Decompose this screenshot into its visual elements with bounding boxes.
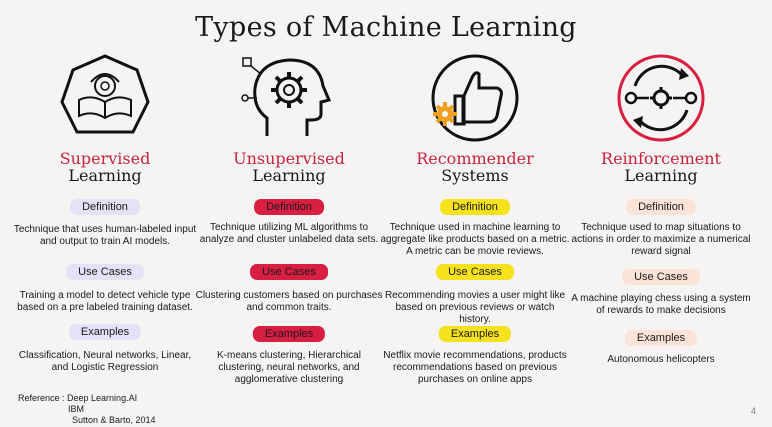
reference-line: IBM — [68, 404, 85, 414]
use-cases-text: A machine playing chess using a system o… — [571, 293, 751, 316]
book-brain-icon — [55, 52, 155, 144]
definition-text: Technique used to map situations to acti… — [571, 222, 751, 257]
heading-line2: Systems — [441, 166, 509, 185]
definition-text: Technique utilizing ML algorithms to ana… — [199, 222, 379, 245]
examples-badge: Examples — [68, 324, 142, 340]
heading-line1: Unsupervised — [233, 149, 345, 168]
heading-unsupervised: Unsupervised Learning — [194, 150, 384, 184]
use-cases-text: Recommending movies a user might like ba… — [384, 290, 566, 325]
reinforcement-cycle-icon — [611, 52, 711, 144]
examples-text: Classification, Neural networks, Linear,… — [18, 350, 192, 373]
heading-line2: Learning — [252, 166, 326, 185]
use-cases-badge: Use Cases — [436, 264, 514, 280]
use-cases-badge: Use Cases — [622, 269, 700, 285]
heading-supervised: Supervised Learning — [10, 150, 200, 184]
examples-text: Netflix movie recommendations, products … — [383, 350, 567, 385]
definition-badge: Definition — [440, 199, 510, 215]
use-cases-text: Training a model to detect vehicle type … — [17, 290, 193, 313]
heading-line1: Recommender — [416, 149, 534, 168]
definition-text: Technique used in machine learning to ag… — [380, 222, 570, 257]
slide-title: Types of Machine Learning — [195, 12, 577, 43]
heading-line1: Reinforcement — [601, 149, 721, 168]
reference-block: Reference : Deep Learning.AI IBM Sutton … — [18, 393, 156, 426]
heading-line2: Learning — [624, 166, 698, 185]
use-cases-text: Clustering customers based on purchases … — [195, 290, 383, 313]
head-gear-icon — [239, 52, 339, 144]
column-recommender: Recommender Systems Definition Technique… — [380, 52, 570, 385]
heading-reinforcement: Reinforcement Learning — [566, 150, 756, 184]
page-number: 4 — [750, 406, 756, 416]
column-supervised: Supervised Learning Definition Technique… — [10, 52, 200, 382]
definition-badge: Definition — [626, 199, 696, 215]
heading-line1: Supervised — [59, 149, 151, 168]
examples-badge: Examples — [438, 326, 512, 342]
definition-badge: Definition — [70, 199, 140, 215]
examples-badge: Examples — [252, 326, 326, 342]
thumbs-up-gear-icon — [425, 52, 525, 144]
definition-badge: Definition — [254, 199, 324, 215]
examples-text: K-means clustering, Hierarchical cluster… — [217, 350, 361, 385]
column-unsupervised: Unsupervised Learning Definition Techniq… — [194, 52, 384, 385]
examples-text: Autonomous helicopters — [607, 354, 715, 365]
heading-line2: Learning — [68, 166, 142, 185]
definition-text: Technique that uses human-labeled input … — [13, 224, 197, 247]
reference-line: Reference : Deep Learning.AI — [18, 393, 138, 403]
reference-line: Sutton & Barto, 2014 — [72, 415, 156, 425]
examples-badge: Examples — [624, 330, 698, 346]
column-reinforcement: Reinforcement Learning Definition Techni… — [566, 52, 756, 382]
use-cases-badge: Use Cases — [250, 264, 328, 280]
heading-recommender: Recommender Systems — [380, 150, 570, 184]
use-cases-badge: Use Cases — [66, 264, 144, 280]
